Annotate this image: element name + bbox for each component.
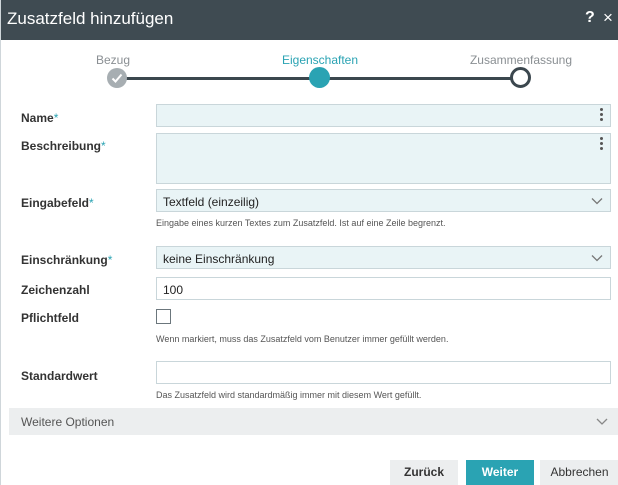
default-value-hint: Das Zusatzfeld wird standardmäßig immer … xyxy=(156,390,422,400)
add-custom-field-dialog: Zusatzfeld hinzufügen ? × Bezug Eigensch… xyxy=(0,0,618,485)
description-label: Beschreibung* xyxy=(21,139,106,153)
default-value-input[interactable] xyxy=(156,361,611,384)
step-active-dot xyxy=(309,67,330,88)
input-type-hint: Eingabe eines kurzen Textes zum Zusatzfe… xyxy=(156,218,446,228)
mandatory-label: Pflichtfeld xyxy=(21,311,80,325)
more-options-toggle[interactable]: Weitere Optionen xyxy=(9,408,618,435)
name-options-icon[interactable] xyxy=(600,108,604,123)
cancel-button[interactable]: Abbrechen xyxy=(540,460,618,485)
input-type-label: Eingabefeld* xyxy=(21,196,94,210)
step-label-eigenschaften: Eigenschaften xyxy=(281,53,359,67)
input-type-select[interactable]: Textfeld (einzeilig) xyxy=(156,189,611,212)
step-connector-1 xyxy=(123,77,315,80)
more-options-label: Weitere Optionen xyxy=(21,415,115,429)
step-connector-2 xyxy=(325,77,515,80)
step-done-check-icon xyxy=(107,68,127,88)
mandatory-hint: Wenn markiert, muss das Zusatzfeld vom B… xyxy=(156,334,449,344)
char-count-label: Zeichenzahl xyxy=(21,283,90,297)
restriction-select[interactable]: keine Einschränkung xyxy=(156,246,611,269)
help-icon[interactable]: ? xyxy=(585,9,595,27)
close-icon[interactable]: × xyxy=(603,8,613,28)
chevron-down-icon xyxy=(591,255,603,262)
name-label: Name* xyxy=(21,111,59,125)
dialog-title: Zusatzfeld hinzufügen xyxy=(7,9,174,28)
step-label-bezug: Bezug xyxy=(95,53,131,67)
dialog-titlebar: Zusatzfeld hinzufügen ? × xyxy=(1,0,618,40)
default-value-label: Standardwert xyxy=(21,369,98,383)
description-options-icon[interactable] xyxy=(600,137,604,152)
chevron-down-icon xyxy=(596,418,608,425)
chevron-down-icon xyxy=(591,198,603,205)
mandatory-checkbox[interactable] xyxy=(156,309,171,324)
step-label-zusammenfassung: Zusammenfassung xyxy=(469,53,573,67)
description-textarea[interactable] xyxy=(156,133,611,184)
name-input[interactable] xyxy=(156,104,611,127)
restriction-label: Einschränkung* xyxy=(21,253,113,267)
back-button[interactable]: Zurück xyxy=(390,460,458,485)
next-button[interactable]: Weiter xyxy=(466,460,534,485)
char-count-input[interactable]: 100 xyxy=(156,277,611,300)
step-pending-dot xyxy=(510,67,531,88)
